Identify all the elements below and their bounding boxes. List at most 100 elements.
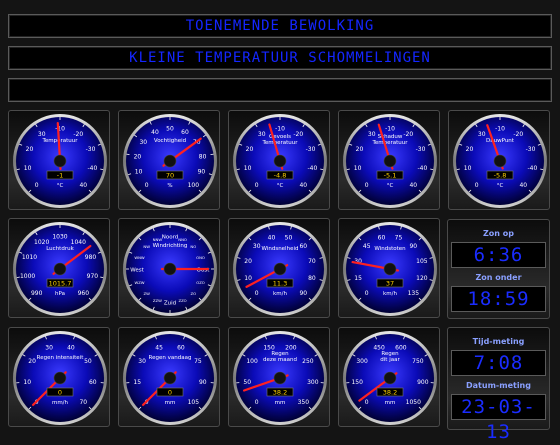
gauge-tick-label: 15 bbox=[354, 275, 362, 282]
gauge-tick-label: 10 bbox=[244, 275, 252, 282]
gauge-tick-label: -30 bbox=[306, 146, 316, 153]
gauge-tick-label: 135 bbox=[408, 290, 420, 297]
gauge-tick-label: 980 bbox=[85, 254, 97, 261]
gauge-temperature-dial: 0102030-10-20-30-4040Temperatuur-1°C bbox=[9, 111, 111, 211]
gauge-humidity-dial: 0102030405060708090100Vochtigheid70% bbox=[119, 111, 221, 211]
gauge-tick-label: 150 bbox=[351, 379, 363, 386]
gauge-tick-label: 30 bbox=[368, 131, 376, 138]
gauge-tick-label: 10 bbox=[24, 165, 32, 172]
gauge-wind-direction: NoordNNONOONOOostOZOZOZZOZuidZZWZWWZWWes… bbox=[118, 218, 220, 318]
gauge-tick-label: 0 bbox=[145, 182, 149, 189]
gauge-value: -1 bbox=[57, 171, 63, 179]
forecast-banner-3 bbox=[8, 78, 552, 102]
gauge-tick-label: Zuid bbox=[164, 301, 176, 307]
gauge-unit: mm bbox=[385, 400, 396, 406]
sunrise-label: Zon op bbox=[447, 229, 550, 238]
gauge-tick-label: 0 bbox=[365, 399, 369, 406]
gauge-rain-rate: 010203040506070Regen intensiteit0mm/h bbox=[8, 327, 110, 427]
gauge-tick-label: 970 bbox=[87, 273, 99, 280]
gauge-tick-label: NW bbox=[143, 244, 150, 249]
gauge-tick-label: 10 bbox=[23, 379, 31, 386]
gauge-tick-label: 105 bbox=[188, 399, 200, 406]
gauge-unit: km/h bbox=[273, 291, 287, 297]
gauge-unit: mm/h bbox=[52, 400, 69, 406]
gauge-tick-label: NO bbox=[190, 244, 196, 249]
gauge-label: DauwPunt bbox=[486, 138, 515, 144]
gauge-tick-label: 10 bbox=[135, 169, 143, 176]
gauge-tick-label: 90 bbox=[199, 379, 207, 386]
gauge-tick-label: ZO bbox=[191, 291, 197, 296]
gauge-shade-temp: 0102030-10-20-30-4040SchaduwTemperatuur-… bbox=[338, 110, 440, 210]
gauge-tick-label: 20 bbox=[356, 146, 364, 153]
gauge-rain-today: 0153045607590105Regen vandaag0mm bbox=[118, 327, 220, 427]
gauge-value: 38.2 bbox=[383, 388, 397, 396]
gauge-wind-gusts: 0153045607590105120135Windstoten37km/h bbox=[338, 218, 440, 318]
gauge-tick-label: 80 bbox=[308, 275, 316, 282]
gauge-wind-gusts-dial: 0153045607590105120135Windstoten37km/h bbox=[339, 219, 441, 319]
gauge-tick-label: 90 bbox=[198, 169, 206, 176]
gauge-label: Windstoten bbox=[374, 246, 406, 252]
gauge-tick-label: 40 bbox=[67, 344, 75, 351]
measure-date-value: 23-03-13 bbox=[451, 394, 546, 420]
gauge-tick-label: NNO bbox=[178, 237, 187, 242]
gauge-unit: °C bbox=[387, 183, 394, 189]
gauge-tick-label: 100 bbox=[188, 182, 200, 189]
gauge-unit: km/h bbox=[383, 291, 397, 297]
gauge-tick-label: 50 bbox=[243, 379, 251, 386]
gauge-tick-label: 70 bbox=[308, 258, 316, 265]
gauge-tick-label: 900 bbox=[417, 379, 429, 386]
gauge-tick-label: ZZO bbox=[178, 298, 186, 303]
gauge-tick-label: 990 bbox=[31, 290, 43, 297]
gauge-shade-temp-dial: 0102030-10-20-30-4040SchaduwTemperatuur-… bbox=[339, 111, 441, 211]
gauge-rain-today-dial: 0153045607590105Regen vandaag0mm bbox=[119, 328, 221, 428]
gauge-feels-like-dial: 0102030-10-20-30-4040GevoelsTemperatuur-… bbox=[229, 111, 331, 211]
gauge-value: 1015.7 bbox=[49, 279, 72, 287]
gauge-tick-label: 300 bbox=[356, 358, 368, 365]
gauge-tick-label: 20 bbox=[244, 258, 252, 265]
gauge-label: Regen vandaag bbox=[149, 355, 192, 361]
gauge-tick-label: 75 bbox=[194, 358, 202, 365]
gauge-label: Temperatuur bbox=[261, 140, 298, 146]
gauge-value: -5.1 bbox=[384, 171, 397, 179]
gauge-tick-label: 75 bbox=[395, 235, 403, 242]
gauge-tick-label: 30 bbox=[478, 131, 486, 138]
gauge-tick-label: Noord bbox=[162, 235, 179, 241]
gauge-tick-label: -20 bbox=[513, 131, 523, 138]
gauge-rain-year: 01503004506007509001050Regendit jaar38.2… bbox=[338, 327, 440, 427]
gauge-tick-label: -20 bbox=[293, 131, 303, 138]
gauge-unit: °C bbox=[497, 183, 504, 189]
gauge-tick-label: 30 bbox=[258, 131, 266, 138]
gauge-tick-label: -40 bbox=[87, 165, 97, 172]
gauge-tick-label: -40 bbox=[307, 165, 317, 172]
sunset-label: Zon onder bbox=[447, 273, 550, 282]
gauge-tick-label: 40 bbox=[409, 182, 417, 189]
gauge-tick-label: WZW bbox=[134, 280, 144, 285]
gauge-tick-label: 0 bbox=[35, 182, 39, 189]
gauge-tick-label: 0 bbox=[365, 182, 369, 189]
gauge-temperature: 0102030-10-20-30-4040Temperatuur-1°C bbox=[8, 110, 110, 210]
gauge-unit: mm bbox=[275, 400, 286, 406]
gauge-tick-label: 15 bbox=[133, 379, 141, 386]
gauge-label: dit jaar bbox=[380, 357, 400, 363]
gauge-tick-label: 960 bbox=[78, 290, 90, 297]
gauge-unit: % bbox=[167, 183, 172, 189]
gauge-value: 11.3 bbox=[273, 279, 287, 287]
gauge-tick-label: 40 bbox=[519, 182, 527, 189]
gauge-tick-label: 90 bbox=[409, 243, 417, 250]
forecast-banner-1: TOENEMENDE BEWOLKING bbox=[8, 14, 552, 38]
gauge-tick-label: 250 bbox=[302, 358, 314, 365]
gauge-tick-label: 10 bbox=[464, 165, 472, 172]
gauge-label: Luchtdruk bbox=[46, 246, 74, 252]
gauge-tick-label: 0 bbox=[255, 290, 259, 297]
gauge-tick-label: 40 bbox=[151, 129, 159, 136]
gauge-tick-label: 0 bbox=[365, 290, 369, 297]
gauge-tick-label: 80 bbox=[199, 153, 207, 160]
gauge-label: Temperatuur bbox=[371, 140, 408, 146]
forecast-banner-2: KLEINE TEMPERATUUR SCHOMMELINGEN bbox=[8, 46, 552, 70]
gauge-tick-label: 300 bbox=[307, 379, 319, 386]
gauge-dewpoint-dial: 0102030-10-20-30-4040DauwPunt-5.8°C bbox=[449, 111, 551, 211]
gauge-tick-label: West bbox=[130, 268, 144, 274]
gauge-tick-label: 60 bbox=[378, 235, 386, 242]
gauge-tick-label: 1010 bbox=[22, 254, 37, 261]
gauge-tick-label: 60 bbox=[177, 344, 185, 351]
